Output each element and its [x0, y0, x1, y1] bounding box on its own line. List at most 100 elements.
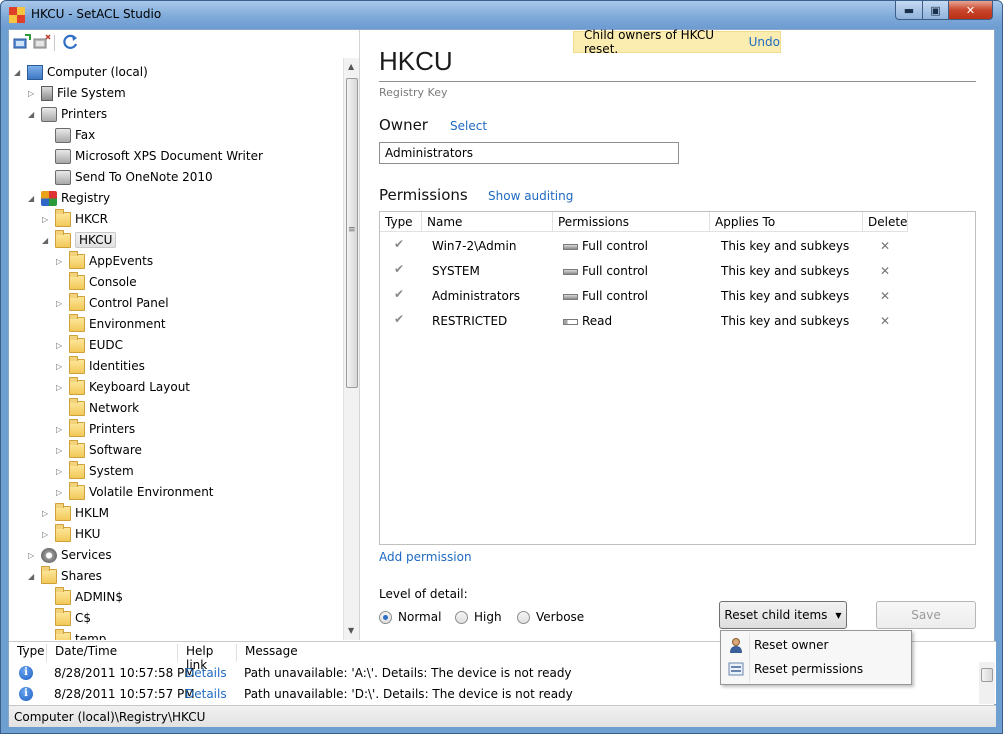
column-header-name[interactable]: Name: [422, 212, 553, 232]
permission-cell[interactable]: Full control: [563, 239, 648, 253]
tree-node[interactable]: ▷ Identities: [56, 355, 145, 376]
close-button[interactable]: ✕: [948, 1, 993, 20]
refresh-icon[interactable]: [62, 34, 80, 50]
tree-node[interactable]: ▷ HKLM: [42, 502, 109, 523]
expand-icon[interactable]: ▷: [28, 89, 37, 98]
reset-child-items-button[interactable]: Reset child items ▼: [719, 601, 847, 629]
tree-node[interactable]: Environment: [69, 313, 166, 334]
tree-node[interactable]: ▷ Control Panel: [56, 292, 169, 313]
permission-cell[interactable]: Read: [563, 314, 612, 328]
applies-to-cell[interactable]: This key and subkeys: [721, 289, 849, 303]
expand-icon[interactable]: ▷: [56, 446, 65, 455]
expand-icon[interactable]: ▷: [28, 551, 37, 560]
permission-cell[interactable]: Full control: [563, 264, 648, 278]
permission-row[interactable]: ✔ Administrators Full control This key and …: [380, 284, 975, 309]
save-button[interactable]: Save: [876, 601, 976, 629]
undo-link[interactable]: Undo: [749, 35, 780, 49]
log-header-help-link[interactable]: Help link: [178, 644, 237, 672]
navigation-tree[interactable]: ◢ Computer (local) ▷ File System ◢ Printers Fa…: [9, 58, 343, 640]
tree-node[interactable]: ◢ Printers: [28, 104, 107, 124]
owner-field[interactable]: Administrators: [379, 142, 679, 164]
tree-node[interactable]: Network: [69, 397, 139, 418]
collapse-icon[interactable]: ◢: [42, 236, 51, 245]
tree-node[interactable]: C$: [55, 607, 91, 628]
tree-node[interactable]: ▷ EUDC: [56, 334, 123, 355]
tree-node[interactable]: Send To OneNote 2010: [55, 167, 213, 187]
tree-node[interactable]: ▷ File System: [28, 83, 126, 103]
delete-icon[interactable]: ✕: [880, 314, 890, 328]
disconnect-icon[interactable]: [33, 34, 51, 50]
details-link[interactable]: Details: [185, 666, 227, 680]
tree-node[interactable]: Fax: [55, 125, 95, 145]
tree-node[interactable]: ◢ Registry: [28, 188, 110, 208]
scroll-thumb[interactable]: ≡: [346, 78, 358, 388]
column-header-type[interactable]: Type: [380, 212, 422, 232]
tree-node[interactable]: ▷ System: [56, 460, 134, 481]
expand-icon[interactable]: ▷: [42, 509, 51, 518]
delete-icon[interactable]: ✕: [880, 289, 890, 303]
tree-node[interactable]: ▷ Keyboard Layout: [56, 376, 190, 397]
tree-node[interactable]: Console: [69, 271, 137, 292]
maximize-button[interactable]: ▣: [922, 1, 949, 20]
tree-node[interactable]: ▷ HKCR: [42, 208, 108, 229]
permission-cell[interactable]: Full control: [563, 289, 648, 303]
tree-node[interactable]: ▷ HKU: [42, 523, 100, 544]
menu-item-reset-permissions[interactable]: Reset permissions: [724, 658, 910, 680]
tree-node[interactable]: ▷ Volatile Environment: [56, 481, 214, 502]
tree-node[interactable]: ▷ Printers: [56, 418, 135, 439]
tree-node[interactable]: ◢ HKCU: [42, 229, 117, 250]
tree-node[interactable]: ◢ Shares: [28, 565, 102, 586]
expand-icon[interactable]: ▷: [56, 341, 65, 350]
add-permission-link[interactable]: Add permission: [379, 550, 472, 564]
log-header-type[interactable]: Type: [9, 644, 47, 662]
radio-indicator[interactable]: [517, 610, 530, 624]
tree-node[interactable]: ▷ AppEvents: [56, 250, 153, 271]
permission-row[interactable]: ✔ RESTRICTED Read This key and subkeys ✕: [380, 309, 975, 334]
delete-icon[interactable]: ✕: [880, 264, 890, 278]
level-verbose-radio[interactable]: Verbose: [517, 610, 584, 624]
applies-to-cell[interactable]: This key and subkeys: [721, 264, 849, 278]
expand-icon[interactable]: ▷: [56, 299, 65, 308]
collapse-icon[interactable]: ◢: [28, 110, 37, 119]
tree-node[interactable]: ▷ Software: [56, 439, 142, 460]
expand-icon[interactable]: ▷: [56, 362, 65, 371]
delete-icon[interactable]: ✕: [880, 239, 890, 253]
permission-row[interactable]: ✔ SYSTEM Full control This key and subkeys ✕: [380, 259, 975, 284]
expand-icon[interactable]: ▷: [42, 215, 51, 224]
tree-node[interactable]: temp: [55, 628, 106, 640]
level-high-radio[interactable]: High: [455, 610, 502, 624]
tree-node[interactable]: Microsoft XPS Document Writer: [55, 146, 263, 166]
column-header-delete[interactable]: Delete: [863, 212, 908, 232]
expand-icon[interactable]: ▷: [42, 530, 51, 539]
menu-item-reset-owner[interactable]: Reset owner: [724, 634, 910, 656]
details-link[interactable]: Details: [185, 687, 227, 701]
title-bar[interactable]: HKCU - SetACL Studio ▬ ▣ ✕: [1, 1, 1002, 29]
log-header-datetime[interactable]: Date/Time: [47, 644, 178, 662]
collapse-icon[interactable]: ◢: [28, 194, 37, 203]
expand-icon[interactable]: ▷: [56, 383, 65, 392]
collapse-icon[interactable]: ◢: [14, 68, 23, 77]
tree-node[interactable]: ◢ Computer (local): [14, 62, 148, 82]
applies-to-cell[interactable]: This key and subkeys: [721, 314, 849, 328]
log-row[interactable]: i 8/28/2011 10:57:57 PM Details Path unavai…: [9, 684, 979, 704]
owner-select-link[interactable]: Select: [450, 119, 487, 133]
connect-icon[interactable]: [13, 34, 31, 50]
expand-icon[interactable]: ▷: [56, 488, 65, 497]
tree-scrollbar[interactable]: ▲ ≡ ▼: [343, 58, 359, 640]
column-header-permissions[interactable]: Permissions: [553, 212, 710, 232]
expand-icon[interactable]: ▷: [56, 467, 65, 476]
scroll-up-icon[interactable]: ▲: [348, 62, 354, 71]
radio-indicator[interactable]: [379, 610, 392, 624]
permission-row[interactable]: ✔ Win7-2\Admin Full control This key and su…: [380, 234, 975, 259]
tree-node[interactable]: ▷ Services: [28, 545, 112, 565]
log-scroll-thumb[interactable]: [981, 668, 993, 682]
show-auditing-link[interactable]: Show auditing: [488, 189, 573, 203]
column-header-applies-to[interactable]: Applies To: [710, 212, 863, 232]
tree-node[interactable]: ADMIN$: [55, 586, 123, 607]
expand-icon[interactable]: ▷: [56, 425, 65, 434]
applies-to-cell[interactable]: This key and subkeys: [721, 239, 849, 253]
collapse-icon[interactable]: ◢: [28, 572, 37, 581]
radio-indicator[interactable]: [455, 610, 468, 624]
expand-icon[interactable]: ▷: [56, 257, 65, 266]
level-normal-radio[interactable]: Normal: [379, 610, 441, 624]
